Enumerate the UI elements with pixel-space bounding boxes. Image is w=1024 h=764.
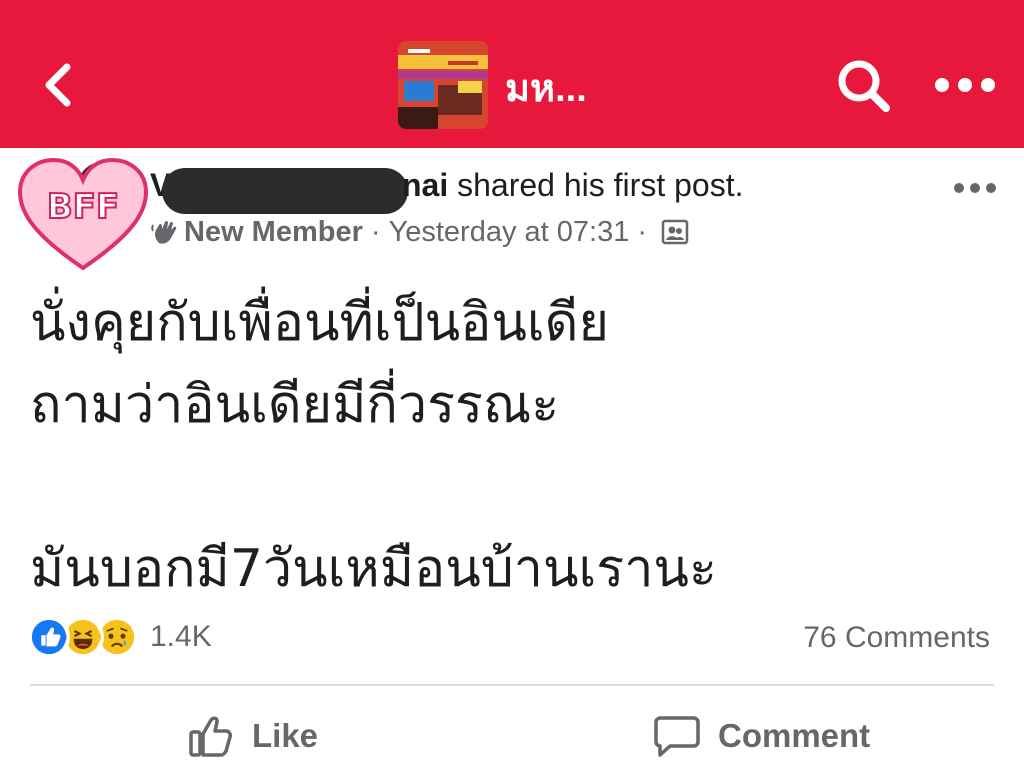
group-thumbnail-image <box>398 41 488 129</box>
post-text-line: มันบอกมี7วันเหมือนบ้านเรานะ <box>30 539 717 599</box>
bff-heart-avatar: BFF <box>17 157 149 271</box>
waving-hand-icon <box>151 220 177 244</box>
group-thumbnail[interactable] <box>398 41 488 129</box>
like-button[interactable]: Like <box>188 708 318 764</box>
post-text-line: นั่งคุยกับเพื่อนที่เป็นอินเดีย <box>30 293 609 353</box>
comment-count-link[interactable]: 76 Comments <box>803 618 990 658</box>
author-avatar[interactable]: BFF <box>16 156 150 274</box>
like-label: Like <box>252 717 319 754</box>
post-timestamp[interactable]: Yesterday at 07:31 <box>389 213 630 251</box>
name-redaction <box>162 168 408 214</box>
more-icon <box>935 78 995 92</box>
comment-button[interactable]: Comment <box>654 708 870 764</box>
meta-separator: · <box>637 216 648 248</box>
search-icon <box>838 60 890 112</box>
avatar-text: BFF <box>47 187 119 227</box>
back-chevron-icon <box>45 63 71 107</box>
post-text-line <box>30 446 990 528</box>
post-body: นั่งคุยกับเพื่อนที่เป็นอินเดีย ถามว่าอิน… <box>30 282 990 610</box>
post-options-button[interactable] <box>952 178 998 198</box>
comment-label: Comment <box>718 717 871 754</box>
meta-separator: · <box>370 216 381 248</box>
like-reaction-icon <box>28 616 70 658</box>
divider <box>30 684 994 686</box>
group-audience-icon <box>661 219 689 245</box>
shared-post-text: shared his first post. <box>448 167 744 203</box>
thumbs-up-icon <box>189 716 232 757</box>
author-line-end: nai shared his first post. <box>402 165 743 205</box>
new-member-badge[interactable]: New Member <box>184 213 363 251</box>
reaction-summary[interactable]: 1.4K <box>28 614 212 660</box>
reaction-count: 1.4K <box>150 620 212 653</box>
comment-bubble-icon <box>654 716 700 757</box>
more-options-button[interactable] <box>932 70 998 100</box>
search-button[interactable] <box>834 56 894 116</box>
author-name-end[interactable]: nai <box>402 167 448 203</box>
group-header-bar: มห... <box>0 0 1024 148</box>
more-icon <box>954 183 996 193</box>
group-title[interactable]: มห... <box>505 64 587 114</box>
back-button[interactable] <box>36 58 80 112</box>
post-text-line: ถามว่าอินเดียมีกี่วรรณะ <box>30 375 560 435</box>
post-meta: New Member · Yesterday at 07:31 · <box>150 213 689 251</box>
